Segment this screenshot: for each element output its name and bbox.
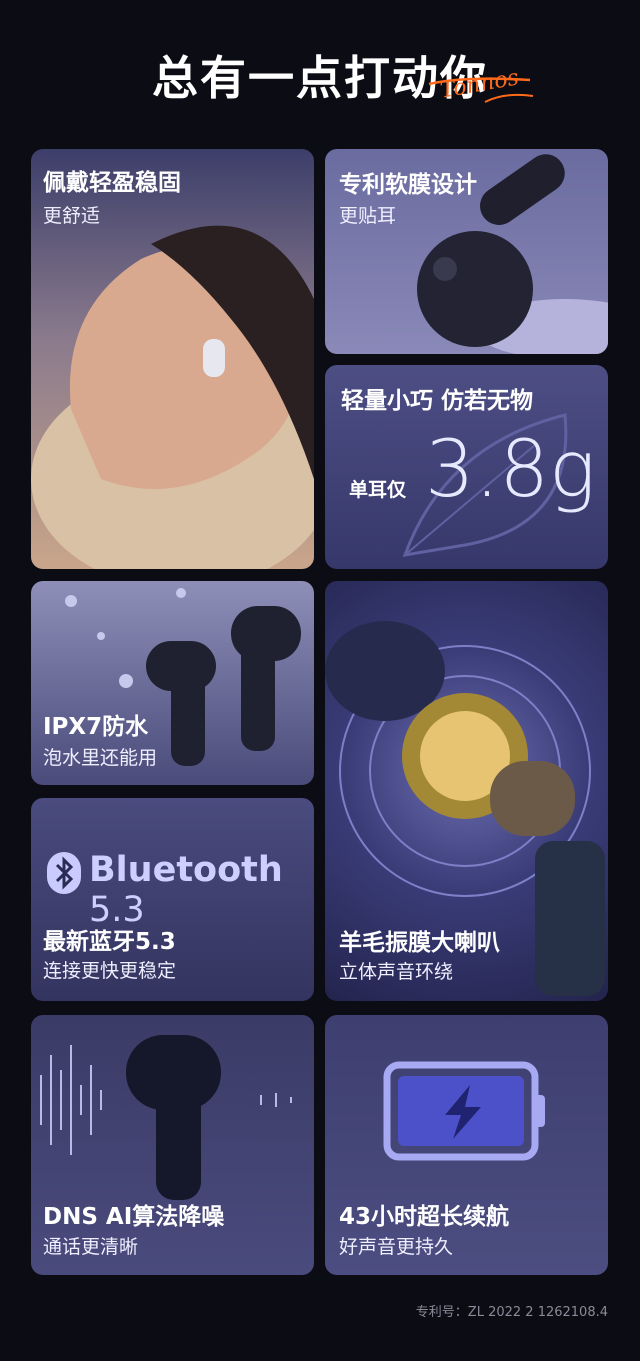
battery-title: 43小时超长续航 xyxy=(339,1204,510,1230)
speaker-subtitle: 立体声音环绕 xyxy=(339,961,454,983)
film-subtitle: 更贴耳 xyxy=(339,205,397,227)
dns-title: DNS AI算法降噪 xyxy=(43,1204,225,1230)
feature-card-noise-cancel: DNS AI算法降噪 通话更清晰 xyxy=(31,1015,314,1275)
weight-value: 3.8g xyxy=(425,425,596,515)
battery-subtitle: 好声音更持久 xyxy=(339,1236,454,1258)
feature-card-film: 专利软膜设计 更贴耳 xyxy=(325,149,608,354)
page-title: 总有一点打动你 xyxy=(152,51,488,105)
film-title: 专利软膜设计 xyxy=(339,172,477,198)
feature-card-bluetooth: Bluetooth 5.3 最新蓝牙5.3 连接更快更稳定 xyxy=(31,798,314,1001)
water-subtitle: 泡水里还能用 xyxy=(43,747,158,769)
product-feature-page: 总有一点打动你 Tonnos 佩戴轻盈稳固 更舒适 专利软膜设计 更贴耳 轻量小… xyxy=(0,0,640,1361)
bluetooth-logo-text: Bluetooth 5.3 xyxy=(89,850,314,930)
bluetooth-wordmark: Bluetooth xyxy=(89,850,283,890)
comfort-title: 佩戴轻盈稳固 xyxy=(43,170,181,196)
feature-card-water: IPX7防水 泡水里还能用 xyxy=(31,581,314,785)
dns-subtitle: 通话更清晰 xyxy=(43,1236,139,1258)
weight-title: 轻量小巧 仿若无物 xyxy=(341,388,534,414)
speaker-title: 羊毛振膜大喇叭 xyxy=(339,930,500,956)
bluetooth-title: 最新蓝牙5.3 xyxy=(43,929,176,955)
bluetooth-icon xyxy=(47,852,81,894)
feature-card-battery: 43小时超长续航 好声音更持久 xyxy=(325,1015,608,1275)
feature-card-speaker: 羊毛振膜大喇叭 立体声音环绕 xyxy=(325,581,608,1001)
water-title: IPX7防水 xyxy=(43,714,149,740)
feature-card-comfort: 佩戴轻盈稳固 更舒适 xyxy=(31,149,314,569)
weight-prefix: 单耳仅 xyxy=(349,479,407,501)
patent-number: 专利号：ZL 2022 2 1262108.4 xyxy=(415,1305,608,1320)
comfort-subtitle: 更舒适 xyxy=(43,205,101,227)
bluetooth-subtitle: 连接更快更稳定 xyxy=(43,960,177,982)
feature-card-weight: 轻量小巧 仿若无物 单耳仅 3.8g xyxy=(325,365,608,569)
